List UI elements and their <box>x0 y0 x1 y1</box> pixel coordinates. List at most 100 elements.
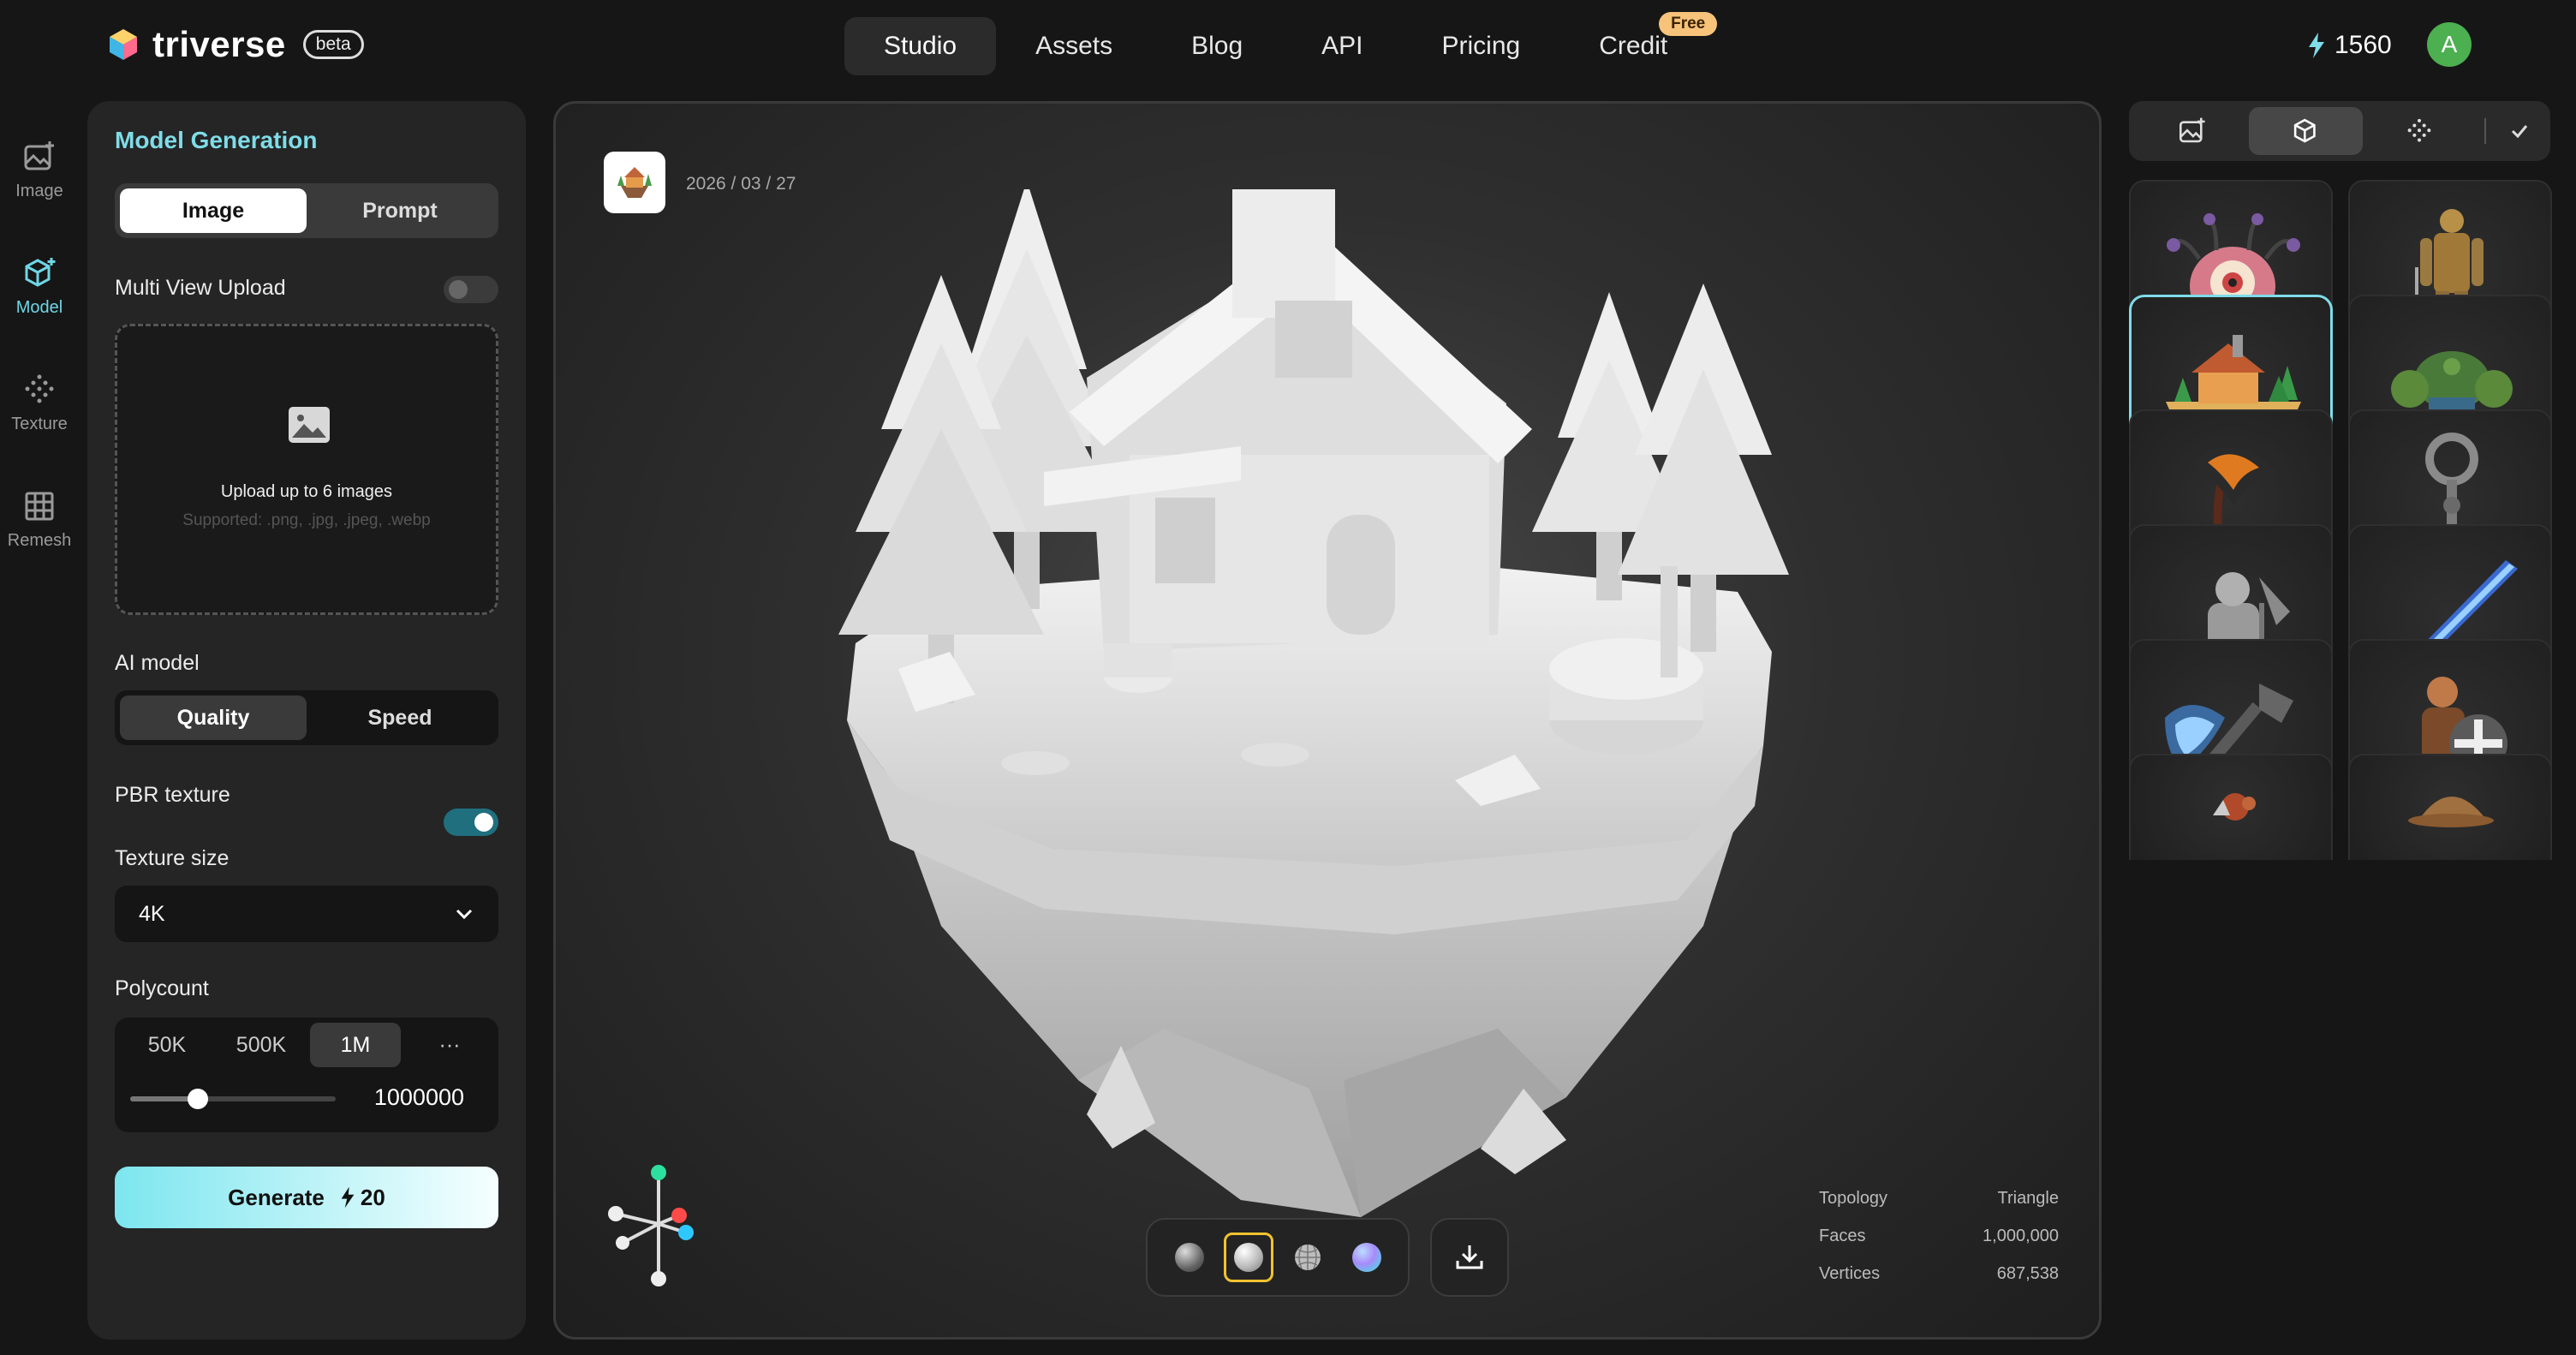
normal-sphere-icon <box>1351 1243 1381 1272</box>
dots-grid-icon <box>25 374 54 403</box>
nav-label: Assets <box>1035 32 1113 60</box>
credit-balance[interactable]: 1560 <box>2307 31 2392 60</box>
gallery-item-creature[interactable] <box>2129 754 2333 860</box>
polycount-50k[interactable]: 50K <box>122 1023 212 1067</box>
rail-label: Remesh <box>7 531 72 550</box>
gallery-tabs <box>2129 101 2550 161</box>
matte-sphere-icon <box>1174 1243 1204 1272</box>
polycount-500k[interactable]: 500K <box>216 1023 307 1067</box>
nav-label: Studio <box>884 32 957 60</box>
nav-label: Blog <box>1191 32 1243 60</box>
tab-image[interactable]: Image <box>120 188 307 233</box>
avatar[interactable]: A <box>2427 22 2472 67</box>
nav-label: API <box>1321 32 1363 60</box>
hat-model <box>2408 797 2494 827</box>
pbr-toggle[interactable] <box>444 809 498 836</box>
triverse-logo-icon <box>110 29 137 60</box>
stat-value: 1,000,000 <box>1983 1227 2059 1245</box>
material-matte-button[interactable] <box>1165 1233 1214 1282</box>
upload-hint: Supported: .png, .jpg, .jpeg, .webp <box>182 511 431 529</box>
multi-view-toggle[interactable] <box>444 276 498 303</box>
axis-gizmo-icon[interactable] <box>604 1162 724 1291</box>
polycount-more-button[interactable]: ··· <box>404 1023 495 1067</box>
dots-grid-icon <box>2407 118 2431 142</box>
nav-studio[interactable]: Studio <box>844 17 997 75</box>
nav-label: Credit <box>1599 32 1668 60</box>
nav-assets[interactable]: Assets <box>996 17 1152 75</box>
stat-value: 687,538 <box>1996 1264 2059 1283</box>
toggle-knob <box>449 280 468 299</box>
rail-image[interactable]: Image <box>0 139 79 201</box>
main-nav: Studio Assets Blog API Pricing Credit Fr… <box>844 12 1718 75</box>
ai-model-quality[interactable]: Quality <box>120 695 307 740</box>
wireframe-sphere-icon <box>1294 1245 1321 1270</box>
source-image-thumbnail[interactable] <box>604 152 665 213</box>
texture-size-value: 4K <box>139 901 165 926</box>
polycount-value: 1000000 <box>373 1084 464 1110</box>
nav-blog[interactable]: Blog <box>1152 17 1282 75</box>
nav-api[interactable]: API <box>1282 17 1402 75</box>
chevron-down-icon <box>456 909 473 920</box>
gallery-tab-images[interactable] <box>2136 107 2249 155</box>
stat-vertices: Vertices 687,538 <box>1819 1264 2059 1302</box>
stat-label: Vertices <box>1819 1264 1881 1283</box>
mesh-stats: Topology Triangle Faces 1,000,000 Vertices… <box>1819 1189 2059 1302</box>
tab-divider <box>2484 118 2487 144</box>
3d-viewport[interactable]: 2026 / 03 / 27 <box>553 101 2102 1340</box>
panel-title: Model Generation <box>115 127 318 153</box>
material-normal-button[interactable] <box>1342 1233 1392 1282</box>
rail-model[interactable]: Model <box>0 255 79 318</box>
cube-icon <box>2293 118 2316 143</box>
ai-model-selector: Quality Speed <box>115 690 498 745</box>
rail-label: Texture <box>11 415 68 433</box>
clay-sphere-icon <box>1233 1243 1263 1272</box>
material-clay-button[interactable] <box>1223 1233 1273 1282</box>
tab-prompt[interactable]: Prompt <box>307 188 493 233</box>
stat-label: Topology <box>1819 1189 1888 1208</box>
multi-view-label: Multi View Upload <box>115 276 286 300</box>
check-icon <box>2511 125 2527 139</box>
cube-plus-icon <box>25 258 56 287</box>
gallery-select-button[interactable] <box>2495 107 2543 155</box>
image-placeholder-icon <box>289 407 330 443</box>
stat-topology: Topology Triangle <box>1819 1189 2059 1227</box>
nav-label: Pricing <box>1441 32 1521 60</box>
ai-model-speed[interactable]: Speed <box>307 695 493 740</box>
grid-icon <box>25 492 54 521</box>
stat-faces: Faces 1,000,000 <box>1819 1227 2059 1264</box>
texture-size-select[interactable]: 4K <box>115 886 498 942</box>
nav-pricing[interactable]: Pricing <box>1403 17 1560 75</box>
brand-logo[interactable]: triverse beta <box>106 24 364 65</box>
rail-texture[interactable]: Texture <box>0 372 79 434</box>
gallery-tab-textures[interactable] <box>2363 107 2476 155</box>
rail-label: Model <box>15 298 63 317</box>
generate-cost: 20 <box>340 1185 385 1211</box>
gallery-tab-models[interactable] <box>2249 107 2363 155</box>
floating-island-house-model[interactable] <box>796 189 1875 1320</box>
slider-handle[interactable] <box>188 1089 209 1109</box>
island-thumbnail-icon <box>617 167 652 198</box>
generation-date: 2026 / 03 / 27 <box>686 174 796 194</box>
rail-remesh[interactable]: Remesh <box>0 488 79 551</box>
lightning-icon <box>2309 33 2324 58</box>
material-wireframe-button[interactable] <box>1283 1233 1333 1282</box>
credit-count: 1560 <box>2334 31 2392 59</box>
stat-label: Faces <box>1819 1227 1866 1245</box>
download-button[interactable] <box>1430 1218 1509 1297</box>
polycount-control: 50K 500K 1M ··· 1000000 <box>115 1018 498 1132</box>
generate-button[interactable]: Generate 20 <box>115 1167 498 1228</box>
material-mode-bar <box>1146 1218 1410 1297</box>
ai-model-label: AI model <box>115 651 200 675</box>
download-icon <box>1456 1245 1483 1269</box>
polycount-slider[interactable] <box>130 1089 336 1109</box>
rail-label: Image <box>15 182 63 200</box>
polycount-1m[interactable]: 1M <box>310 1023 401 1067</box>
nav-credit[interactable]: Credit Free <box>1559 12 1718 75</box>
gallery-item-hat[interactable] <box>2348 754 2552 860</box>
image-upload-dropzone[interactable]: Upload up to 6 images Supported: .png, .… <box>115 324 498 615</box>
pbr-label: PBR texture <box>115 783 230 807</box>
image-plus-icon <box>24 141 54 170</box>
input-mode-tabs: Image Prompt <box>115 183 498 238</box>
lightning-icon <box>341 1186 355 1209</box>
image-plus-icon <box>2179 117 2205 143</box>
